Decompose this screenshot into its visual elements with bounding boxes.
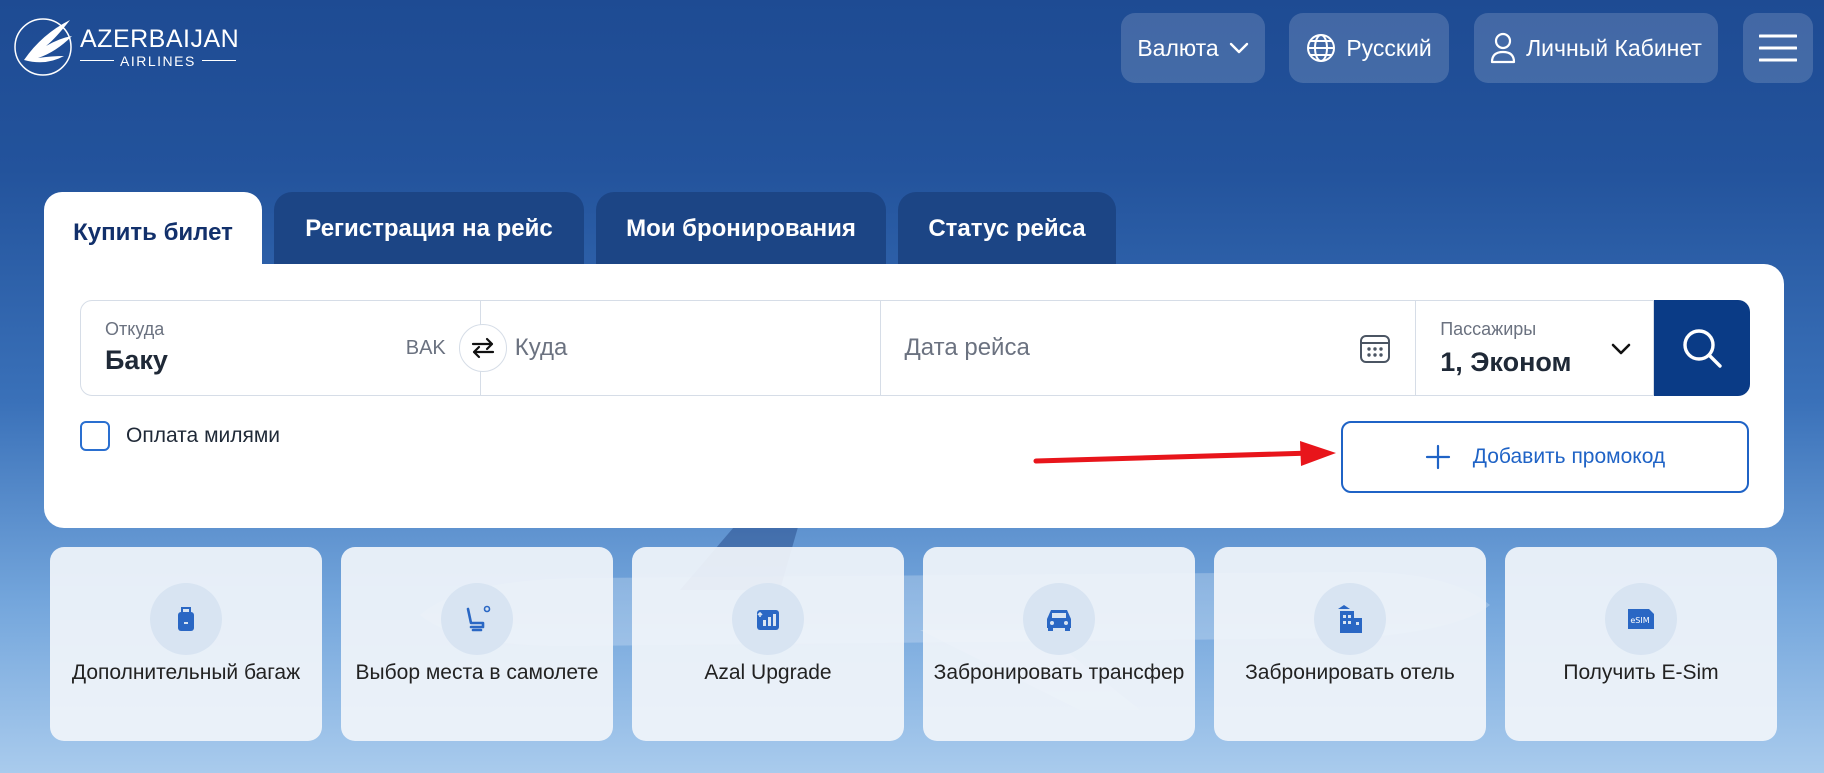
service-label: Забронировать трансфер <box>933 661 1185 684</box>
personal-account-button[interactable]: Личный Кабинет <box>1474 13 1718 83</box>
add-promo-code-button[interactable]: Добавить промокод <box>1341 421 1749 493</box>
date-field[interactable]: Дата рейса <box>881 301 1417 395</box>
tab-flight-status[interactable]: Статус рейса <box>898 192 1116 266</box>
tab-buy-ticket[interactable]: Купить билет <box>44 192 262 274</box>
passengers-label: Пассажиры <box>1440 319 1537 339</box>
date-placeholder: Дата рейса <box>904 334 1030 361</box>
user-icon <box>1490 32 1516 64</box>
service-card-azal-upgrade[interactable]: Azal Upgrade <box>632 547 904 741</box>
chevron-down-icon <box>1611 343 1631 355</box>
airline-logo[interactable]: AZERBAIJAN AIRLINES <box>12 16 239 78</box>
origin-field[interactable]: Откуда Баку BAK <box>81 301 481 395</box>
flight-search-panel: Откуда Баку BAK Куда Дата рейса Пассажир… <box>44 264 1784 528</box>
origin-value: Баку <box>105 345 168 375</box>
upgrade-icon <box>757 610 779 630</box>
chevron-down-icon <box>1229 42 1248 54</box>
service-card-transfer[interactable]: Забронировать трансфер <box>923 547 1195 741</box>
passengers-field[interactable]: Пассажиры 1, Эконом <box>1416 301 1655 395</box>
tab-check-in[interactable]: Регистрация на рейс <box>274 192 584 266</box>
tab-my-bookings[interactable]: Мои бронирования <box>596 192 886 266</box>
origin-airport-code: BAK <box>405 337 446 359</box>
origin-label: Откуда <box>105 319 165 339</box>
svg-text:eSIM: eSIM <box>1630 616 1649 625</box>
swap-direction-button[interactable] <box>459 324 507 372</box>
service-label: Забронировать отель <box>1245 661 1455 684</box>
currency-label: Валюта <box>1137 34 1219 61</box>
add-promo-code-label: Добавить промокод <box>1472 445 1666 468</box>
search-button[interactable] <box>1654 300 1750 396</box>
seat-icon <box>466 605 491 632</box>
menu-button[interactable] <box>1743 13 1813 83</box>
hotel-icon <box>1338 605 1362 633</box>
language-selector[interactable]: Русский <box>1289 13 1449 83</box>
car-icon <box>1047 610 1071 631</box>
esim-icon: eSIM <box>1628 609 1654 629</box>
service-card-extra-baggage[interactable]: Дополнительный багаж <box>50 547 322 741</box>
calendar-icon[interactable] <box>1359 332 1391 364</box>
service-label: Azal Upgrade <box>704 661 832 684</box>
brand-name: AZERBAIJAN <box>80 24 240 53</box>
pay-with-miles-label: Оплата милями <box>126 424 281 447</box>
flight-search-form: Откуда Баку BAK Куда Дата рейса Пассажир… <box>80 300 1750 396</box>
service-label: Выбор места в самолете <box>355 661 599 684</box>
swap-arrows-icon <box>471 337 495 359</box>
globe-icon <box>1307 34 1336 62</box>
service-card-esim[interactable]: eSIM Получить E-Sim <box>1505 547 1777 741</box>
account-label: Личный Кабинет <box>1526 34 1702 61</box>
luggage-icon <box>178 607 194 631</box>
service-label: Дополнительный багаж <box>71 661 301 684</box>
currency-dropdown[interactable]: Валюта <box>1121 13 1265 83</box>
language-label: Русский <box>1346 34 1432 61</box>
passengers-value: 1, Эконом <box>1440 347 1572 377</box>
service-label: Получить E-Sim <box>1563 661 1719 684</box>
pay-with-miles-checkbox[interactable] <box>80 421 110 451</box>
plus-icon <box>1425 444 1450 470</box>
destination-placeholder: Куда <box>514 334 568 361</box>
brand-subname: AIRLINES <box>120 52 196 69</box>
hamburger-menu-icon <box>1759 34 1797 62</box>
destination-field[interactable]: Куда <box>481 301 881 395</box>
search-icon <box>1683 329 1722 368</box>
service-card-hotel[interactable]: Забронировать отель <box>1214 547 1486 741</box>
pay-with-miles-option[interactable]: Оплата милями <box>80 421 280 451</box>
wing-logo-icon <box>14 18 72 76</box>
service-card-seat-selection[interactable]: Выбор места в самолете <box>341 547 613 741</box>
